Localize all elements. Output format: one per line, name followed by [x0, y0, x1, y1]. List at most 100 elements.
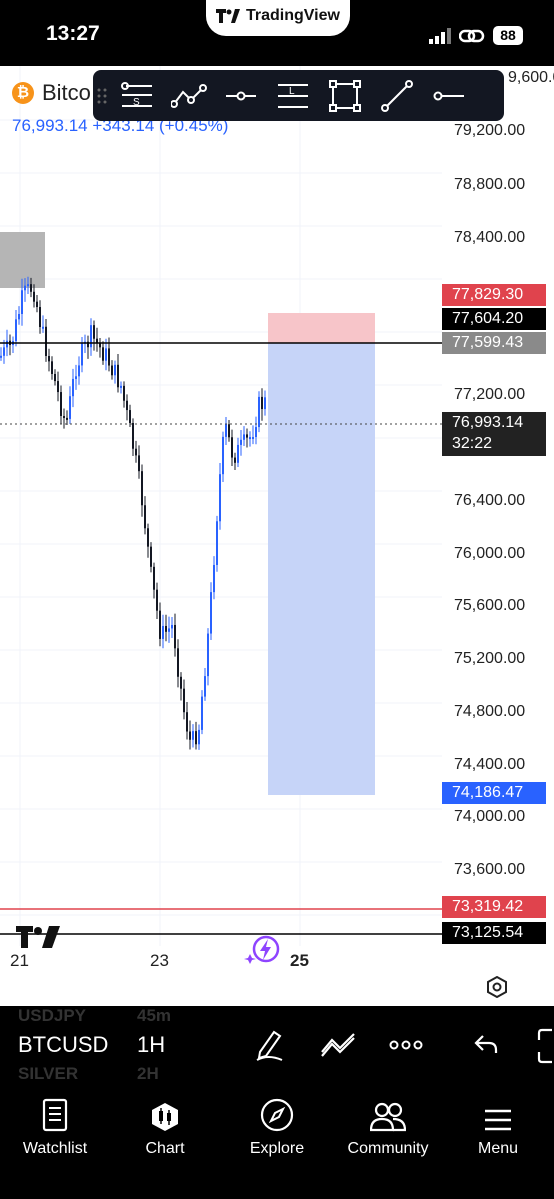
- candle-up: [114, 364, 116, 376]
- candle-down: [48, 355, 50, 362]
- price-axis-label: 78,400.00: [454, 229, 526, 246]
- candle-up: [6, 340, 8, 348]
- candle-down: [117, 364, 119, 388]
- candle-down: [33, 291, 35, 302]
- drag-handle-icon[interactable]: [93, 88, 111, 104]
- candle-down: [126, 400, 128, 411]
- tradingview-brand: TradingView: [246, 7, 340, 24]
- candle-down: [129, 410, 131, 424]
- candle-up: [198, 729, 200, 745]
- drawing-toolbar[interactable]: S L: [93, 70, 504, 121]
- ghost-symbol-bottom: SILVER: [18, 1064, 79, 1083]
- candle-up: [18, 313, 20, 320]
- take-profit-price-tag: 74,186.47: [442, 782, 546, 804]
- candle-up: [75, 376, 77, 379]
- chart-bottom-toolbar: USDJPY 45m BTCUSD 1H SILVER 2H: [0, 1006, 554, 1086]
- candle-up: [15, 319, 17, 342]
- candle-down: [150, 546, 152, 567]
- price-axis-label: 79,200.00: [454, 122, 526, 139]
- candle-up: [213, 564, 215, 593]
- rectangle-tool-icon[interactable]: [319, 70, 371, 121]
- battery-level: 88: [493, 26, 523, 45]
- tab-label: Community: [347, 1140, 429, 1157]
- chart-area[interactable]: ₿ Bitco 76,993.14 +343.14 (+0.45%) S L 9…: [0, 66, 554, 1006]
- candle-down: [135, 448, 137, 456]
- symbol-header[interactable]: ₿ Bitco: [12, 80, 91, 106]
- candle-down: [183, 688, 185, 713]
- price-axis-label: 76,000.00: [454, 545, 526, 562]
- date-axis-label: 21: [10, 951, 29, 970]
- trend-line-tool-icon[interactable]: [371, 70, 423, 121]
- price-axis-label: 75,600.00: [454, 597, 526, 614]
- ray-tool-icon[interactable]: [423, 70, 475, 121]
- candle-down: [246, 434, 248, 438]
- compass-icon: [260, 1098, 294, 1132]
- candle-up: [258, 396, 260, 428]
- candle-down: [189, 731, 191, 740]
- candle-down: [138, 455, 140, 472]
- tab-menu[interactable]: Menu: [443, 1086, 553, 1158]
- bitcoin-icon: ₿: [12, 82, 34, 104]
- ghost-interval-bottom: 2H: [137, 1064, 159, 1083]
- last-price-tag: 76,993.14 32:22: [442, 412, 546, 456]
- indicators-icon[interactable]: [320, 1032, 356, 1058]
- menu-hamburger-icon: [485, 1109, 511, 1131]
- candle-up: [264, 397, 266, 410]
- candle-up: [192, 731, 194, 740]
- candle-up: [81, 343, 83, 366]
- bottom-tab-bar: Watchlist Chart Explore Community Menu: [0, 1086, 554, 1199]
- undo-icon[interactable]: [473, 1032, 499, 1056]
- horizontal-line-tool-icon[interactable]: [215, 70, 267, 121]
- interval-selector[interactable]: 1H: [137, 1032, 165, 1058]
- candle-up: [27, 284, 29, 287]
- tab-label: Menu: [477, 1140, 519, 1157]
- candle-down: [141, 471, 143, 506]
- long-position-tool-icon[interactable]: L: [267, 70, 319, 121]
- tab-explore[interactable]: Explore: [222, 1086, 332, 1158]
- symbol-selector[interactable]: BTCUSD: [18, 1032, 108, 1058]
- watchlist-icon: [42, 1098, 68, 1132]
- candle-up: [171, 624, 173, 629]
- candle-up: [21, 290, 23, 314]
- last-price-value: 76,993.14: [452, 414, 524, 431]
- candle-up: [105, 348, 107, 361]
- path-tool-icon[interactable]: [163, 70, 215, 121]
- candle-up: [69, 396, 71, 419]
- stop-loss-zone: [268, 313, 375, 343]
- candle-up: [120, 385, 122, 388]
- candle-down: [123, 385, 125, 401]
- status-time: 13:27: [46, 22, 100, 45]
- candle-up: [237, 444, 239, 463]
- stop-loss-price-tag: 77,829.30: [442, 284, 546, 306]
- candle-down: [147, 528, 149, 547]
- chart-candles-icon: [152, 1103, 178, 1131]
- candle-up: [204, 676, 206, 697]
- fullscreen-icon[interactable]: [536, 1028, 554, 1064]
- candle-up: [216, 521, 218, 565]
- candle-up: [168, 628, 170, 632]
- price-axis-label: 74,400.00: [454, 756, 526, 773]
- tab-watchlist[interactable]: Watchlist: [0, 1086, 110, 1158]
- more-options-icon[interactable]: [389, 1040, 423, 1050]
- symbol-name: Bitco: [42, 80, 91, 105]
- price-axis-label: 74,800.00: [454, 703, 526, 720]
- date-axis-label: 23: [150, 951, 169, 970]
- lightning-alert-icon[interactable]: [244, 934, 282, 966]
- tab-community[interactable]: Community: [333, 1086, 443, 1158]
- candle-up: [222, 436, 224, 475]
- price-axis-label: 78,800.00: [454, 176, 526, 193]
- candle-down: [51, 361, 53, 374]
- candle-down: [261, 396, 263, 410]
- candle-up: [207, 633, 209, 677]
- price-axis-label: 76,400.00: [454, 492, 526, 509]
- draw-pen-icon[interactable]: [254, 1028, 286, 1062]
- candle-down: [195, 731, 197, 745]
- candle-down: [159, 610, 161, 639]
- candle-up: [243, 434, 245, 440]
- community-icon: [370, 1102, 406, 1132]
- candle-up: [0, 355, 2, 358]
- fib-settings-tool-icon[interactable]: S: [111, 70, 163, 121]
- price-axis-label: 74,000.00: [454, 808, 526, 825]
- tab-chart[interactable]: Chart: [110, 1086, 220, 1158]
- chart-settings-icon[interactable]: [486, 976, 508, 998]
